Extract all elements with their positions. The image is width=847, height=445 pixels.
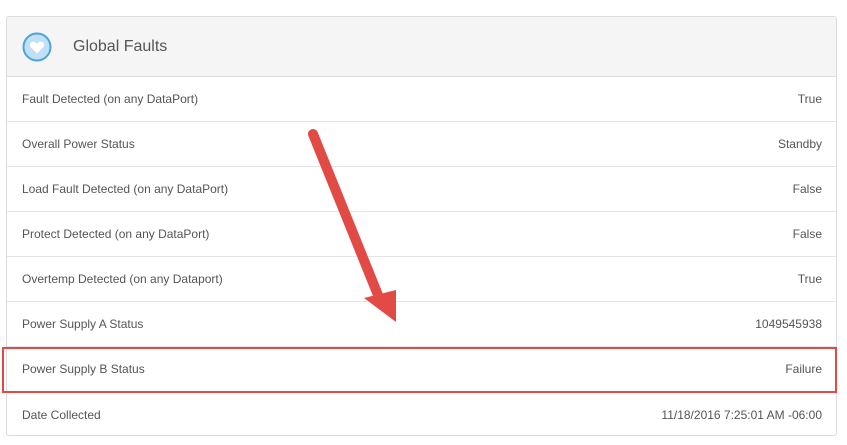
table-row: Fault Detected (on any DataPort) True xyxy=(7,77,836,122)
row-label: Overtemp Detected (on any Dataport) xyxy=(22,272,223,286)
panel-header: Global Faults xyxy=(7,17,836,77)
row-label: Fault Detected (on any DataPort) xyxy=(22,92,199,106)
table-row: Power Supply B Status Failure xyxy=(7,347,836,392)
row-label: Power Supply B Status xyxy=(22,362,145,376)
row-value: True xyxy=(797,272,822,286)
row-label: Power Supply A Status xyxy=(22,317,144,331)
row-value: False xyxy=(792,227,822,241)
global-faults-panel: Global Faults Fault Detected (on any Dat… xyxy=(6,16,837,436)
row-label: Overall Power Status xyxy=(22,137,135,151)
row-label: Date Collected xyxy=(22,407,101,422)
panel-title: Global Faults xyxy=(73,37,168,55)
table-row: Overall Power Status Standby xyxy=(7,122,836,167)
table-row: Protect Detected (on any DataPort) False xyxy=(7,212,836,257)
table-row: Power Supply A Status 1049545938 xyxy=(7,302,836,347)
row-value: Standby xyxy=(777,137,822,151)
row-label: Protect Detected (on any DataPort) xyxy=(22,227,210,241)
heart-icon xyxy=(21,31,53,63)
row-value: False xyxy=(792,182,822,196)
row-value: 11/18/2016 7:25:01 AM -06:00 xyxy=(661,407,822,422)
row-value: 1049545938 xyxy=(755,317,822,331)
row-value: True xyxy=(797,92,822,106)
row-value: Failure xyxy=(785,362,822,376)
row-label: Load Fault Detected (on any DataPort) xyxy=(22,182,229,196)
table-row: Date Collected 11/18/2016 7:25:01 AM -06… xyxy=(7,392,836,437)
table-row: Load Fault Detected (on any DataPort) Fa… xyxy=(7,167,836,212)
table-row: Overtemp Detected (on any Dataport) True xyxy=(7,257,836,302)
